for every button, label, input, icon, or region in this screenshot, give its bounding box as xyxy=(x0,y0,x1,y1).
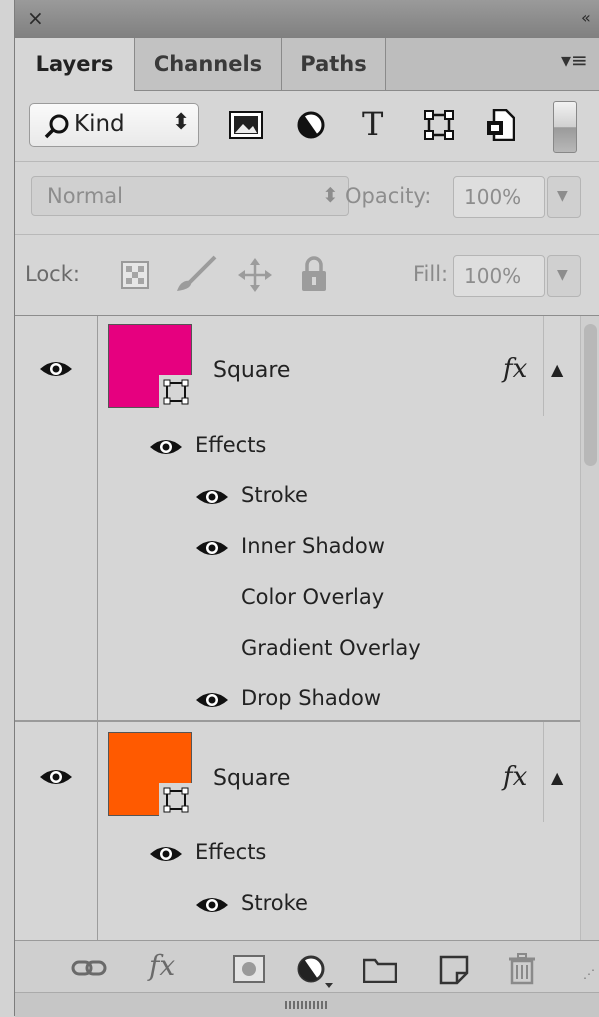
fill-field[interactable]: 100% xyxy=(453,255,545,297)
effect-gradient-overlay[interactable]: Gradient Overlay xyxy=(241,636,421,660)
eye-icon[interactable] xyxy=(195,894,229,916)
effect-inner-shadow[interactable]: Inner Shadow xyxy=(241,534,385,558)
image-filter-icon[interactable] xyxy=(229,111,263,139)
new-layer-icon[interactable] xyxy=(439,955,469,985)
fill-label: Fill: xyxy=(413,262,449,286)
effects-label[interactable]: Effects xyxy=(195,840,266,864)
fx-divider xyxy=(543,316,544,416)
lock-position-move-icon[interactable] xyxy=(237,257,273,293)
opacity-dropdown-button[interactable]: ▼ xyxy=(547,176,581,218)
panel-titlebar: × « xyxy=(15,0,599,39)
eye-icon[interactable] xyxy=(195,537,229,559)
layer-name[interactable]: Square xyxy=(213,358,290,383)
layer-name[interactable]: Square xyxy=(213,766,290,791)
blend-mode-value: Normal xyxy=(47,184,123,208)
filter-toggle-icon[interactable] xyxy=(553,101,577,153)
effect-color-overlay[interactable]: Color Overlay xyxy=(241,585,384,609)
type-filter-icon[interactable]: T xyxy=(362,105,383,143)
folder-icon[interactable] xyxy=(363,957,397,983)
tab-paths[interactable]: Paths xyxy=(282,38,386,90)
link-icon[interactable] xyxy=(71,957,107,979)
filter-row: Kind ⬍ T xyxy=(15,91,599,162)
collapse-icon[interactable]: « xyxy=(581,8,591,27)
smart-object-filter-icon[interactable] xyxy=(485,109,515,141)
scrollbar-thumb[interactable] xyxy=(584,324,597,466)
stepper-arrows-icon: ⬍ xyxy=(322,183,339,207)
fx-icon[interactable]: fx xyxy=(503,762,527,792)
lock-pixels-brush-icon[interactable] xyxy=(173,255,217,295)
lock-label: Lock: xyxy=(25,262,80,286)
stepper-arrows-icon: ⬍ xyxy=(172,110,191,135)
tab-channels[interactable]: Channels xyxy=(135,38,282,90)
vector-mask-icon xyxy=(159,783,193,817)
layer-thumbnail[interactable] xyxy=(108,324,193,409)
chevron-down-icon: ▼ xyxy=(557,188,568,204)
adjustment-icon[interactable] xyxy=(297,955,337,989)
eye-icon[interactable] xyxy=(39,358,73,380)
fill-dropdown-button[interactable]: ▼ xyxy=(547,255,581,297)
resize-corner-icon[interactable]: ⋰ xyxy=(583,967,595,981)
filter-kind-select[interactable]: Kind ⬍ xyxy=(29,103,199,147)
search-icon xyxy=(44,114,69,139)
fx-icon[interactable]: fx xyxy=(149,949,175,982)
effect-stroke[interactable]: Stroke xyxy=(241,483,308,507)
collapse-effects-triangle-icon[interactable]: ▲ xyxy=(551,360,563,379)
layers-list: Square fx ▲ Effects Stroke Inner Shadow … xyxy=(15,316,599,940)
trash-icon[interactable] xyxy=(507,953,537,985)
fx-divider xyxy=(543,722,544,822)
tab-layers[interactable]: Layers xyxy=(15,38,135,91)
eye-icon[interactable] xyxy=(149,436,183,458)
eye-icon[interactable] xyxy=(149,843,183,865)
effect-drop-shadow[interactable]: Drop Shadow xyxy=(241,686,381,710)
scrollbar-track[interactable] xyxy=(580,316,599,940)
adjustment-filter-icon[interactable] xyxy=(297,111,325,139)
fill-value: 100% xyxy=(464,264,522,288)
blend-mode-select[interactable]: Normal ⬍ xyxy=(31,176,349,216)
effects-label[interactable]: Effects xyxy=(195,433,266,457)
mask-icon[interactable] xyxy=(233,955,265,983)
layer-thumbnail[interactable] xyxy=(108,732,193,817)
effect-stroke[interactable]: Stroke xyxy=(241,891,308,915)
lock-row: Lock: Fill: 100% ▼ xyxy=(15,235,599,316)
lock-all-padlock-icon[interactable] xyxy=(301,254,327,292)
fx-icon[interactable]: fx xyxy=(503,354,527,384)
eye-icon[interactable] xyxy=(39,766,73,788)
filter-kind-label: Kind xyxy=(74,111,125,137)
chevron-down-icon: ▼ xyxy=(557,267,568,283)
shape-filter-icon[interactable] xyxy=(423,109,455,141)
close-icon[interactable]: × xyxy=(27,6,44,30)
layers-panel: × « Layers Channels Paths ▾≡ Kind ⬍ T No… xyxy=(14,0,599,1017)
opacity-value: 100% xyxy=(464,185,522,209)
panel-menu-icon[interactable]: ▾≡ xyxy=(561,48,588,72)
opacity-label: Opacity: xyxy=(345,184,432,208)
eye-icon[interactable] xyxy=(195,689,229,711)
bottom-toolbar: fx ⋰ xyxy=(15,940,599,993)
collapse-effects-triangle-icon[interactable]: ▲ xyxy=(551,768,563,787)
blend-row: Normal ⬍ Opacity: 100% ▼ xyxy=(15,162,599,235)
grip-lines-icon xyxy=(285,1001,329,1009)
layer-row[interactable]: Square fx ▲ Effects Stroke xyxy=(15,722,580,940)
tab-bar: Layers Channels Paths ▾≡ xyxy=(15,38,599,91)
panel-resize-grip[interactable] xyxy=(15,992,599,1017)
opacity-field[interactable]: 100% xyxy=(453,176,545,218)
vector-mask-icon xyxy=(159,375,193,409)
lock-transparent-icon[interactable] xyxy=(121,261,149,289)
layer-row[interactable]: Square fx ▲ Effects Stroke Inner Shadow … xyxy=(15,316,580,720)
eye-icon[interactable] xyxy=(195,486,229,508)
